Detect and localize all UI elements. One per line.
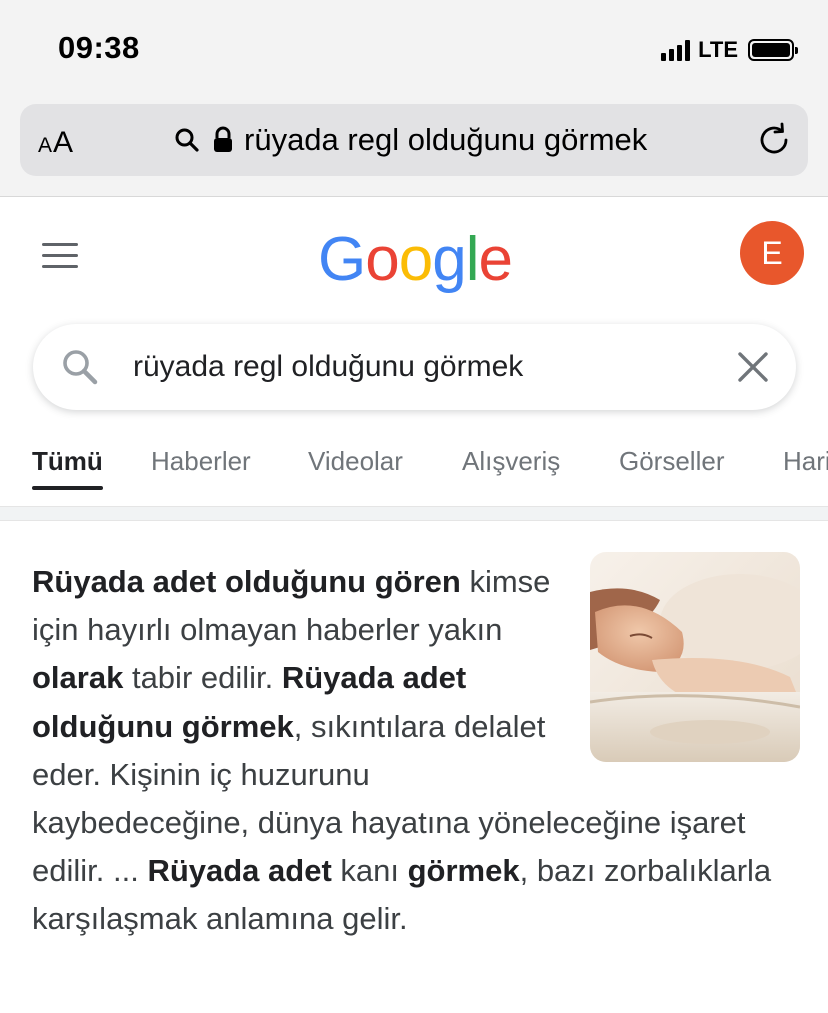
snippet-highlight: olarak — [32, 660, 124, 696]
search-tabs: Tümü Haberler Videolar Alışveriş Görsell… — [0, 440, 828, 506]
logo-letter: l — [465, 225, 480, 294]
section-separator — [0, 507, 828, 521]
network-label: LTE — [698, 37, 738, 62]
search-icon[interactable] — [61, 348, 99, 386]
text-size-large-glyph: A — [53, 126, 74, 159]
logo-letter: o — [365, 225, 399, 294]
text-size-button[interactable]: A A — [38, 122, 73, 158]
browser-chrome: 09:38 LTE A A rüyada regl olduğunu görme… — [0, 0, 828, 197]
google-header: Google E — [0, 198, 828, 318]
tab-images[interactable]: Görseller — [619, 446, 724, 477]
reload-icon[interactable] — [756, 122, 792, 158]
logo-letter: o — [398, 225, 433, 294]
snippet-thumbnail[interactable] — [590, 552, 800, 762]
tab-videos[interactable]: Videolar — [308, 446, 403, 477]
search-icon — [175, 128, 199, 152]
hamburger-menu-icon[interactable] — [42, 243, 78, 269]
battery-icon — [748, 39, 798, 61]
logo-letter: g — [432, 225, 466, 294]
sleeping-woman-image — [590, 552, 800, 762]
avatar-letter: E — [761, 234, 783, 271]
status-time: 09:38 — [58, 30, 140, 65]
url-display[interactable]: rüyada regl olduğunu görmek — [174, 120, 647, 160]
tab-shopping[interactable]: Alışveriş — [462, 446, 560, 477]
logo-letter: e — [478, 225, 512, 294]
status-icons: LTE — [661, 36, 798, 64]
snippet-fragment: kanı — [331, 853, 408, 889]
snippet-fragment: tabir edilir. — [123, 660, 282, 696]
snippet-highlight: Rüyada adet — [147, 853, 332, 889]
snippet-highlight: Rüyada adet olduğunu gören — [32, 564, 461, 599]
snippet-highlight: görmek — [407, 853, 520, 889]
featured-snippet: Rüyada adet olduğunu gören kimse için ha… — [32, 552, 800, 944]
account-avatar[interactable]: E — [740, 221, 804, 285]
signal-icon — [661, 39, 691, 61]
tab-all[interactable]: Tümü — [32, 446, 103, 477]
lock-icon — [214, 126, 232, 152]
url-text: rüyada regl olduğunu görmek — [244, 122, 648, 157]
tab-maps[interactable]: Haritalar — [783, 446, 828, 477]
logo-letter: G — [318, 225, 366, 294]
search-input[interactable] — [133, 346, 693, 388]
google-logo[interactable]: Google — [318, 224, 513, 295]
tab-news[interactable]: Haberler — [151, 446, 251, 477]
close-icon[interactable] — [736, 350, 770, 384]
active-tab-indicator — [32, 486, 103, 490]
search-box[interactable] — [33, 324, 796, 410]
address-bar[interactable]: A A rüyada regl olduğunu görmek — [20, 104, 808, 176]
text-size-small-glyph: A — [38, 134, 53, 157]
